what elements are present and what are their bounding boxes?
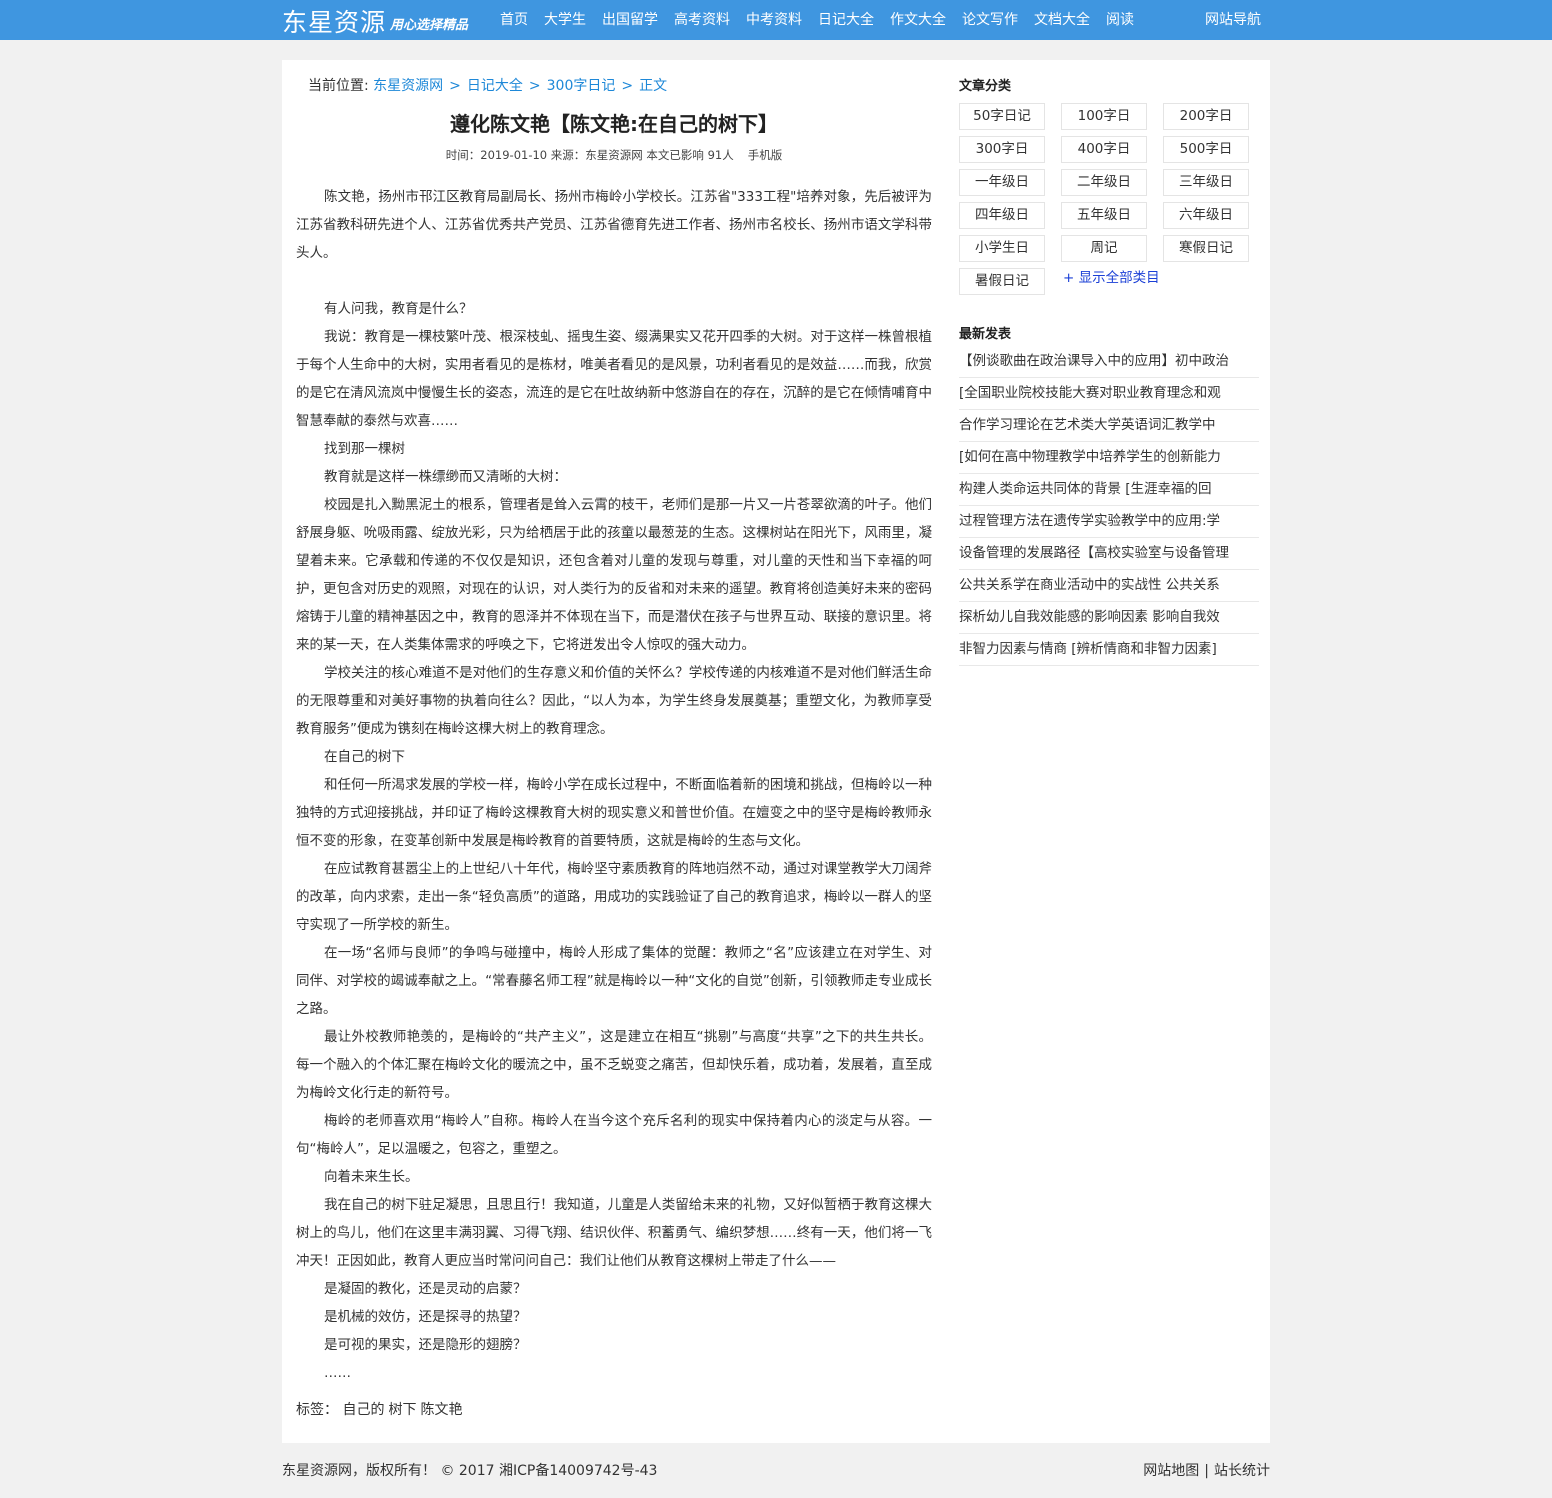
tag-link[interactable]: 树下 — [388, 1402, 416, 1418]
article-paragraph: 校园是扎入黝黑泥土的根系，管理者是耸入云霄的枝干，老师们是那一片又一片苍翠欲滴的… — [296, 497, 932, 653]
category-grid: 50字日记 100字日 200字日 300字日 400字日 500字日一年级日 二年级日 三年… — [959, 103, 1259, 295]
nav-item[interactable]: 日记大全 — [810, 0, 882, 40]
latest-post-item[interactable]: 【例谈歌曲在政治课导入中的应用】初中政治 — [959, 346, 1259, 378]
category-item[interactable]: 100字日 — [1061, 103, 1147, 130]
footer-link[interactable]: 网站地图 — [1143, 1463, 1199, 1479]
nav-item[interactable]: 首页 — [492, 0, 536, 40]
article-title: 遵化陈文艳【陈文艳:在自己的树下】 — [450, 112, 778, 136]
breadcrumb-link[interactable]: 东星资源网 — [373, 78, 443, 94]
article-paragraph: 有人问我，教育是什么？ — [324, 301, 473, 317]
article-paragraph: 是凝固的教化，还是灵动的启蒙？ — [324, 1281, 527, 1297]
site-slogan: 用心选择精品 — [390, 18, 469, 33]
latest-post-item[interactable]: [全国职业院校技能大赛对职业教育理念和观 — [959, 378, 1259, 410]
category-item[interactable]: 二年级日 — [1061, 169, 1147, 196]
tag-link[interactable]: 陈文艳 — [420, 1402, 462, 1418]
main-nav: 首页 大学生 出国留学 高考资料 中考资料 日记大全 作文大全 论文写作 文档大全 阅读 — [492, 0, 1142, 40]
latest-post-item[interactable]: 设备管理的发展路径【高校实验室与设备管理 — [959, 538, 1259, 570]
category-item[interactable]: 六年级日 — [1163, 202, 1249, 229]
article-meta: 时间：2019-01-10 来源：东星资源网 本文已影响 91人 手机版 — [296, 147, 932, 163]
tag-link[interactable]: 自己的 — [342, 1402, 384, 1418]
site-nav-link[interactable]: 网站导航 — [1205, 0, 1261, 40]
article-paragraph: 梅岭的老师喜欢用“梅岭人”自称。梅岭人在当今这个充斥名利的现实中保持着内心的淡定… — [296, 1113, 932, 1157]
footer-copyright: 东星资源网，版权所有！ © 2017 湘ICP备14009742号-43 — [282, 1463, 658, 1479]
article-paragraph: 最让外校教师艳羡的，是梅岭的“共产主义”，这是建立在相互“挑剔”与高度“共享”之… — [296, 1029, 932, 1101]
category-item[interactable]: 寒假日记 — [1163, 235, 1249, 262]
article-paragraph: 我在自己的树下驻足凝思，且思且行！我知道，儿童是人类留给未来的礼物，又好似暂栖于… — [296, 1197, 932, 1269]
article-meta-text: 时间：2019-01-10 来源：东星资源网 本文已影响 91人 — [445, 148, 734, 162]
article-paragraph: …… — [324, 1365, 351, 1381]
nav-item[interactable]: 中考资料 — [738, 0, 810, 40]
footer-links: 网站地图 | 站长统计 — [1143, 1460, 1270, 1480]
category-item[interactable]: 400字日 — [1061, 136, 1147, 163]
latest-post-item[interactable]: 构建人类命运共同体的背景 [生涯幸福的回 — [959, 474, 1259, 506]
article-paragraph: 和任何一所渴求发展的学校一样，梅岭小学在成长过程中，不断面临着新的困境和挑战，但… — [296, 777, 932, 849]
nav-item[interactable]: 出国留学 — [594, 0, 666, 40]
latest-post-item[interactable]: 探析幼儿自我效能感的影响因素 影响自我效 — [959, 602, 1259, 634]
category-item[interactable]: 三年级日 — [1163, 169, 1249, 196]
breadcrumb: 当前位置: 东星资源网 > 日记大全 >300字日记 > 正文 — [308, 75, 667, 95]
article-content: 陈文艳，扬州市邗江区教育局副局长、扬州市梅岭小学校长。江苏省"333工程"培养对… — [296, 183, 932, 1387]
article-paragraph: 找到那一棵树 — [324, 441, 405, 457]
top-nav-bar: 东星资源 用心选择精品 首页 大学生 出国留学 高考资料 中考资料 日记大全 作文大全 论文写… — [0, 0, 1552, 40]
category-item[interactable]: 周记 — [1061, 235, 1147, 262]
article-paragraph: 向着未来生长。 — [324, 1169, 419, 1185]
breadcrumb-link[interactable]: 300字日记 — [547, 78, 616, 94]
category-item[interactable]: 小学生日 — [959, 235, 1045, 262]
mobile-version-link[interactable]: 手机版 — [748, 148, 783, 162]
category-item[interactable]: 300字日 — [959, 136, 1045, 163]
category-item[interactable]: 200字日 — [1163, 103, 1249, 130]
article-paragraph: 我说：教育是一棵枝繁叶茂、根深枝虬、摇曳生姿、缀满果实又花开四季的大树。对于这样… — [296, 329, 932, 429]
show-all-categories-link[interactable]: + 显示全部类目 — [1061, 268, 1249, 295]
latest-post-item[interactable]: 过程管理方法在遗传学实验教学中的应用:学 — [959, 506, 1259, 538]
category-item[interactable]: 暑假日记 — [959, 268, 1045, 295]
nav-item[interactable]: 高考资料 — [666, 0, 738, 40]
category-item[interactable]: 500字日 — [1163, 136, 1249, 163]
main-panel: 当前位置: 东星资源网 > 日记大全 >300字日记 > 正文 遵化陈文艳【陈文艳:在自己… — [282, 60, 1270, 1443]
article-tags: 标签： 自己的 树下 陈文艳 — [296, 1399, 466, 1419]
article-paragraph — [296, 267, 932, 295]
article-paragraph: 在自己的树下 — [324, 749, 405, 765]
article-paragraph: 是机械的效仿，还是探寻的热望？ — [324, 1309, 527, 1325]
article-paragraph: 在应试教育甚嚣尘上的上世纪八十年代，梅岭坚守素质教育的阵地岿然不动，通过对课堂教… — [296, 861, 932, 933]
breadcrumb-link[interactable]: 日记大全 — [467, 78, 523, 94]
latest-post-item[interactable]: 公共关系学在商业活动中的实战性 公共关系 — [959, 570, 1259, 602]
category-item[interactable]: 四年级日 — [959, 202, 1045, 229]
tags-label: 标签： — [296, 1402, 338, 1418]
article-paragraph: 陈文艳，扬州市邗江区教育局副局长、扬州市梅岭小学校长。江苏省"333工程"培养对… — [296, 189, 932, 261]
nav-item[interactable]: 阅读 — [1098, 0, 1142, 40]
breadcrumb-separator: > — [528, 78, 541, 94]
latest-post-item[interactable]: 合作学习理论在艺术类大学英语词汇教学中 — [959, 410, 1259, 442]
nav-item[interactable]: 文档大全 — [1026, 0, 1098, 40]
latest-post-item[interactable]: 非智力因素与情商 [辨析情商和非智力因素] — [959, 634, 1259, 666]
nav-item[interactable]: 作文大全 — [882, 0, 954, 40]
article-paragraph: 教育就是这样一株缥缈而又清晰的大树： — [324, 469, 567, 485]
breadcrumb-separator: > — [621, 78, 634, 94]
category-section-title: 文章分类 — [959, 79, 1012, 94]
latest-section-title: 最新发表 — [959, 327, 1012, 342]
nav-item[interactable]: 论文写作 — [954, 0, 1026, 40]
article-paragraph: 在一场“名师与良师”的争鸣与碰撞中，梅岭人形成了集体的觉醒：教师之“名”应该建立… — [296, 945, 932, 1017]
category-item[interactable]: 50字日记 — [959, 103, 1045, 130]
article-paragraph: 是可视的果实，还是隐形的翅膀？ — [324, 1337, 527, 1353]
breadcrumb-link[interactable]: 正文 — [639, 78, 667, 94]
latest-post-item[interactable]: [如何在高中物理教学中培养学生的创新能力 — [959, 442, 1259, 474]
footer-divider: | — [1204, 1463, 1209, 1479]
breadcrumb-prefix: 当前位置: — [308, 78, 369, 94]
latest-posts-list: 【例谈歌曲在政治课导入中的应用】初中政治 [全国职业院校技能大赛对职业教育理念和观… — [959, 346, 1259, 666]
nav-item[interactable]: 大学生 — [536, 0, 594, 40]
category-item[interactable]: 五年级日 — [1061, 202, 1147, 229]
site-logo[interactable]: 东星资源 — [282, 3, 386, 39]
breadcrumb-separator: > — [449, 78, 461, 94]
footer-link[interactable]: 站长统计 — [1214, 1463, 1270, 1479]
article-paragraph: 学校关注的核心难道不是对他们的生存意义和价值的关怀么？学校传递的内核难道不是对他… — [296, 665, 932, 737]
category-item[interactable]: 一年级日 — [959, 169, 1045, 196]
